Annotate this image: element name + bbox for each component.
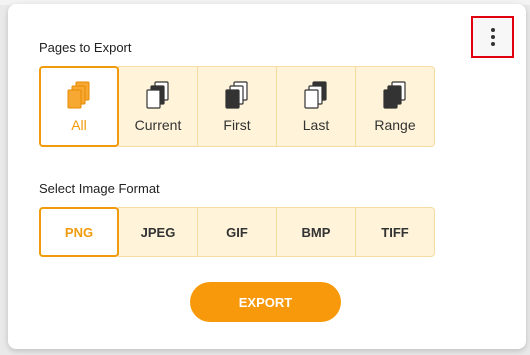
page-option-all[interactable]: All — [39, 66, 119, 147]
page-option-current[interactable]: Current — [118, 66, 198, 147]
page-option-label: First — [223, 116, 251, 133]
page-option-last[interactable]: Last — [276, 66, 356, 147]
range-pages-icon — [383, 80, 407, 109]
page-option-label: Range — [374, 116, 416, 133]
page-option-label: Last — [302, 116, 330, 133]
kebab-menu-icon — [490, 28, 495, 32]
format-option-bmp[interactable]: BMP — [276, 207, 356, 257]
page-option-label: All — [71, 116, 87, 133]
page-option-label: Current — [134, 116, 182, 133]
format-option-label: BMP — [301, 224, 331, 240]
pages-option-group: All Current First Last Range — [39, 66, 435, 147]
page-option-range[interactable]: Range — [355, 66, 435, 147]
kebab-dot — [490, 42, 495, 46]
pages-section-title: Pages to Export — [39, 40, 132, 55]
more-options-button[interactable] — [471, 16, 514, 58]
format-option-label: JPEG — [140, 224, 176, 240]
format-option-tiff[interactable]: TIFF — [355, 207, 435, 257]
format-section-title: Select Image Format — [39, 181, 160, 196]
last-page-icon — [304, 80, 328, 109]
page-option-first[interactable]: First — [197, 66, 277, 147]
format-option-jpeg[interactable]: JPEG — [118, 207, 198, 257]
format-option-label: TIFF — [381, 224, 409, 240]
format-option-group: PNG JPEG GIF BMP TIFF — [39, 207, 435, 257]
format-option-label: PNG — [64, 224, 94, 240]
format-option-png[interactable]: PNG — [39, 207, 119, 257]
kebab-dot — [490, 35, 495, 39]
all-pages-icon — [67, 81, 91, 109]
format-option-gif[interactable]: GIF — [197, 207, 277, 257]
format-option-label: GIF — [226, 224, 248, 240]
first-page-icon — [225, 80, 249, 109]
export-button[interactable]: EXPORT — [190, 282, 341, 322]
current-page-icon — [146, 80, 170, 109]
